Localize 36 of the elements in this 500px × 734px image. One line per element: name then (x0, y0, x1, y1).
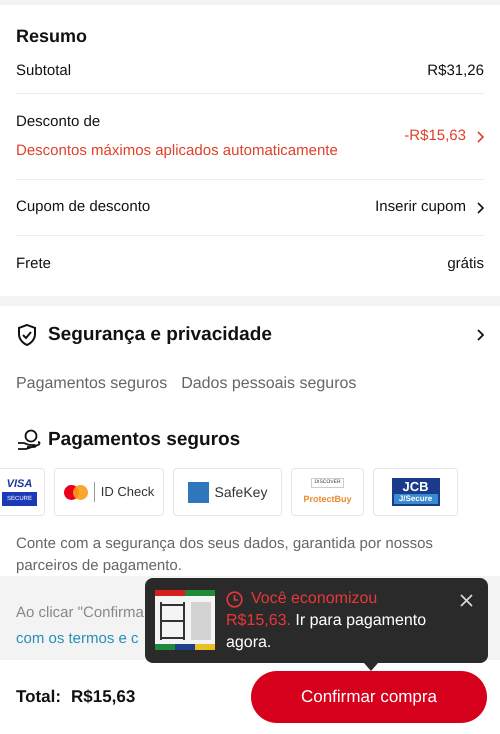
logo-text: JCB (402, 480, 428, 494)
logo-text: VISA (6, 478, 32, 490)
section-title: Segurança e privacidade (48, 323, 272, 347)
popup-title: Você economizou (251, 589, 378, 609)
hand-coin-icon (16, 428, 42, 451)
row-value: Inserir cupom (375, 197, 466, 218)
logo-text: J/Secure (394, 494, 438, 504)
section-title: Pagamentos seguros (48, 428, 240, 452)
security-note: Conte com a segurança dos seus dados, garantida por nossos parceiros de pagamento. (16, 534, 434, 576)
terms-link[interactable]: com os termos e c (16, 626, 139, 652)
row-label: Desconto de (16, 112, 100, 132)
popup-message: R$15,63. Ir para pagamento agora. (226, 611, 428, 653)
chevron-right-icon[interactable] (476, 202, 484, 214)
mastercard-icon (64, 484, 88, 500)
total-amount: R$15,63 (71, 686, 136, 708)
chevron-right-icon[interactable] (476, 329, 484, 342)
clock-icon (226, 590, 243, 608)
section-title: Resumo (16, 25, 88, 48)
row-label: Subtotal (16, 61, 72, 82)
row-value: grátis (447, 254, 484, 274)
logo-text: ProtectBuy (303, 492, 352, 506)
row-value: -R$15,63 (404, 126, 466, 146)
security-tag: Dados pessoais seguros (181, 372, 356, 396)
terms-text: Ao clicar "Confirma (16, 603, 144, 623)
discount-note: Descontos máximos aplicados automaticamente (16, 140, 338, 160)
close-icon[interactable] (460, 594, 473, 607)
logo-text: SafeKey (214, 482, 268, 502)
security-tag: Pagamentos seguros (16, 372, 168, 396)
amex-icon (188, 482, 209, 502)
logo-text: ID Check (94, 482, 154, 502)
row-label: Cupom de desconto (16, 197, 150, 218)
shield-check-icon (16, 323, 38, 348)
row-value: R$31,26 (427, 61, 484, 82)
total-label: Total: (16, 686, 62, 708)
confirm-purchase-button[interactable]: Confirmar compra (251, 671, 487, 723)
row-label: Frete (16, 254, 52, 274)
